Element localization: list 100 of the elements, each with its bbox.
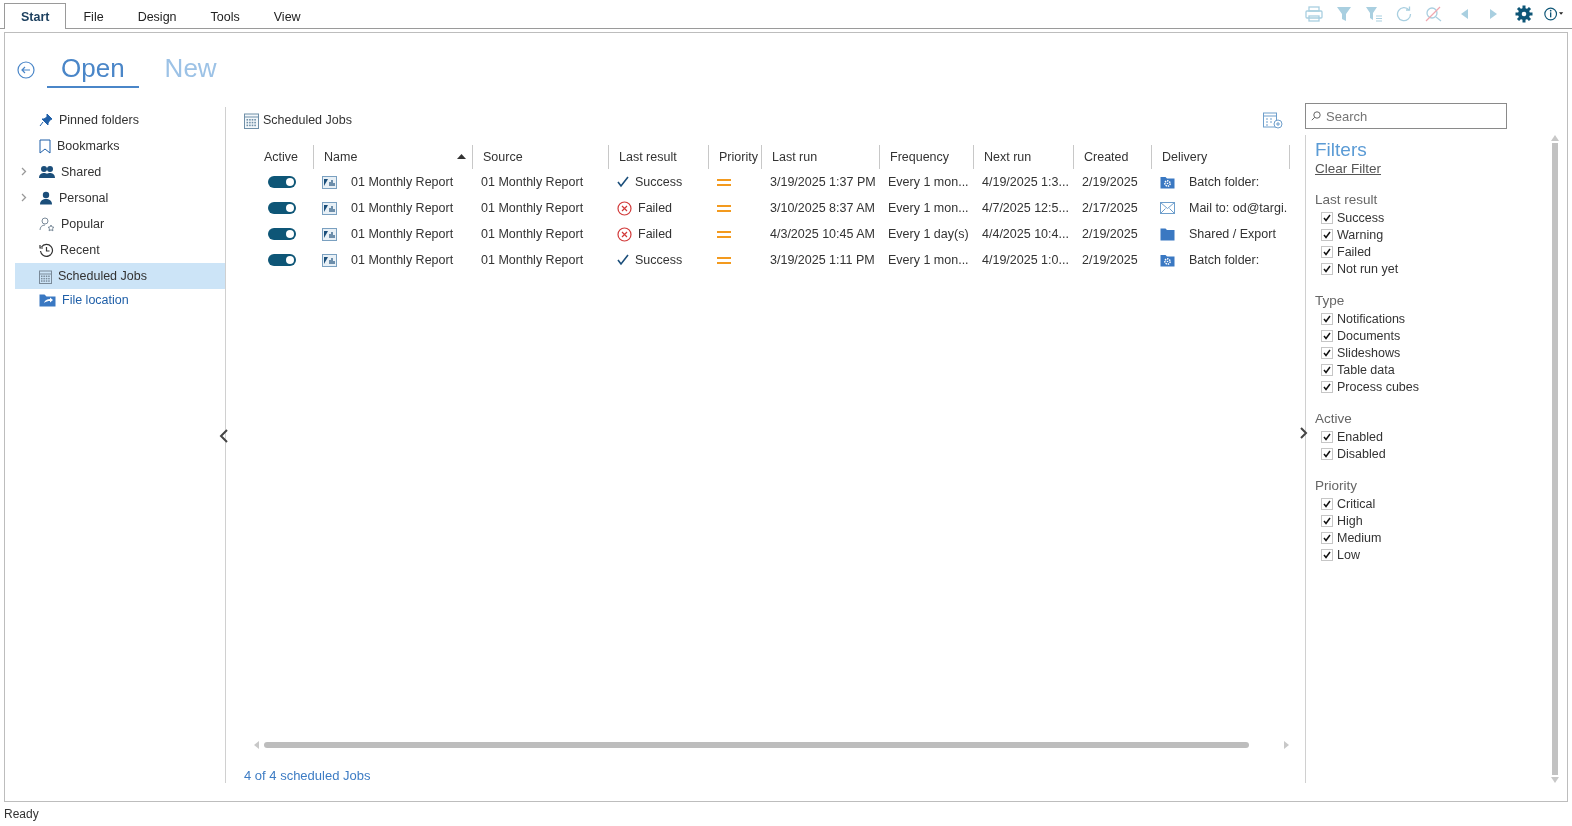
page-tab[interactable]: Open <box>47 52 139 88</box>
table-cell: 4/7/2025 12:5... <box>982 201 1069 215</box>
filter-group-title: Last result <box>1315 192 1379 207</box>
checkbox-label[interactable]: Not run yet <box>1337 261 1399 276</box>
vertical-scrollbar[interactable] <box>1552 143 1558 775</box>
checkbox[interactable] <box>1321 531 1333 544</box>
column-header[interactable]: Last run <box>762 145 880 169</box>
checkbox-label[interactable]: Medium <box>1337 530 1382 545</box>
sidebar-item[interactable]: Bookmarks <box>15 133 225 159</box>
report-icon <box>322 253 337 267</box>
table-cell: Batch folder: <box>1189 253 1260 267</box>
checkbox[interactable] <box>1321 430 1333 443</box>
error-icon <box>617 226 632 242</box>
checkbox[interactable] <box>1321 548 1333 561</box>
table-cell: 01 Monthly Report <box>351 253 454 267</box>
checkbox[interactable] <box>1321 228 1333 241</box>
toggle-switch[interactable] <box>268 176 296 188</box>
checkbox[interactable] <box>1321 514 1333 527</box>
checkbox-label[interactable]: High <box>1337 513 1363 528</box>
calendar-add-icon[interactable] <box>1263 111 1283 129</box>
menu-tab[interactable]: Start <box>4 3 67 29</box>
info-icon[interactable] <box>1544 5 1564 23</box>
column-header[interactable]: Last result <box>609 145 709 169</box>
search-field[interactable]: Search <box>1305 103 1507 129</box>
menu-tab[interactable]: View <box>256 3 318 29</box>
report-icon <box>322 227 337 241</box>
chevron-right-icon[interactable] <box>21 167 27 176</box>
table-cell: Batch folder: <box>1189 175 1260 189</box>
table-cell: 3/10/2025 8:37 AM <box>770 201 875 215</box>
menu-tab[interactable]: File <box>66 3 121 29</box>
settings-icon[interactable] <box>1515 5 1533 23</box>
menu-tab[interactable]: Design <box>120 3 194 29</box>
menu-tab[interactable]: Tools <box>193 3 257 29</box>
checkbox[interactable] <box>1321 312 1333 325</box>
sort-ascending-icon[interactable] <box>457 154 466 159</box>
horizontal-scrollbar[interactable] <box>264 742 1249 748</box>
sidebar-item[interactable]: Scheduled Jobs <box>15 263 225 289</box>
checkbox-label[interactable]: Notifications <box>1337 311 1406 326</box>
calendar-icon <box>244 111 259 129</box>
gear-folder-icon <box>1160 175 1175 189</box>
checkbox-label[interactable]: Slideshows <box>1337 345 1401 360</box>
checkbox-label[interactable]: Warning <box>1337 227 1384 242</box>
checkbox-label[interactable]: Enabled <box>1337 429 1383 444</box>
checkbox[interactable] <box>1321 211 1333 224</box>
sidebar-item[interactable]: Pinned folders <box>15 107 225 133</box>
checkbox-label[interactable]: Failed <box>1337 244 1372 259</box>
table-cell: 2/19/2025 <box>1082 253 1138 267</box>
column-header[interactable]: Active <box>254 145 314 169</box>
table-cell: Shared / Export <box>1189 227 1276 241</box>
folder-arrow-icon <box>39 293 56 307</box>
table-cell: Every 1 mon... <box>888 253 969 267</box>
checkbox-label[interactable]: Success <box>1337 210 1385 225</box>
checkbox[interactable] <box>1321 245 1333 258</box>
filter-group-title: Priority <box>1315 478 1358 493</box>
search-icon <box>1311 111 1321 121</box>
chevron-right-icon[interactable] <box>21 193 27 202</box>
checkbox[interactable] <box>1321 380 1333 393</box>
check-icon <box>617 176 629 188</box>
column-header[interactable]: Frequency <box>880 145 974 169</box>
collapse-left-icon[interactable] <box>219 429 229 443</box>
checkbox-label[interactable]: Low <box>1337 547 1360 562</box>
checkbox[interactable] <box>1321 497 1333 510</box>
report-icon <box>322 175 337 189</box>
toggle-switch[interactable] <box>268 228 296 240</box>
column-header[interactable]: Priority <box>709 145 762 169</box>
column-header[interactable]: Created <box>1074 145 1152 169</box>
checkbox[interactable] <box>1321 346 1333 359</box>
table-cell: 4/4/2025 10:4... <box>982 227 1069 241</box>
checkbox-label[interactable]: Critical <box>1337 496 1376 511</box>
person-star-icon <box>39 216 55 232</box>
filter-group-title: Type <box>1315 293 1346 308</box>
people-icon <box>39 165 55 179</box>
sidebar-link[interactable]: File location <box>15 289 225 311</box>
checkbox-label[interactable]: Documents <box>1337 328 1401 343</box>
sidebar-item[interactable]: Recent <box>15 237 225 263</box>
checkbox[interactable] <box>1321 447 1333 460</box>
folder-icon <box>1160 227 1175 241</box>
table-cell: 4/3/2025 10:45 AM <box>770 227 875 241</box>
job-count: 4 of 4 scheduled Jobs <box>244 768 372 783</box>
table-cell: 01 Monthly Report <box>351 227 454 241</box>
checkbox[interactable] <box>1321 363 1333 376</box>
column-header[interactable]: Delivery <box>1152 145 1290 169</box>
column-header[interactable]: Next run <box>974 145 1074 169</box>
checkbox-label[interactable]: Disabled <box>1337 446 1386 461</box>
clear-filter-link[interactable]: Clear Filter <box>1315 161 1381 176</box>
checkbox-label[interactable]: Process cubes <box>1337 379 1419 394</box>
toggle-switch[interactable] <box>268 254 296 266</box>
toggle-switch[interactable] <box>268 202 296 214</box>
column-header[interactable]: Source <box>473 145 609 169</box>
pin-icon <box>39 113 53 127</box>
expand-right-icon[interactable] <box>1300 427 1308 439</box>
column-header[interactable]: Name <box>314 145 473 169</box>
table-cell: 01 Monthly Report <box>481 201 584 215</box>
checkbox[interactable] <box>1321 262 1333 275</box>
sidebar-item[interactable]: Popular <box>15 211 225 237</box>
checkbox-label[interactable]: Table data <box>1337 362 1395 377</box>
back-icon[interactable] <box>17 61 35 79</box>
sidebar-item[interactable]: Shared <box>15 159 225 185</box>
sidebar-item[interactable]: Personal <box>15 185 225 211</box>
checkbox[interactable] <box>1321 329 1333 342</box>
